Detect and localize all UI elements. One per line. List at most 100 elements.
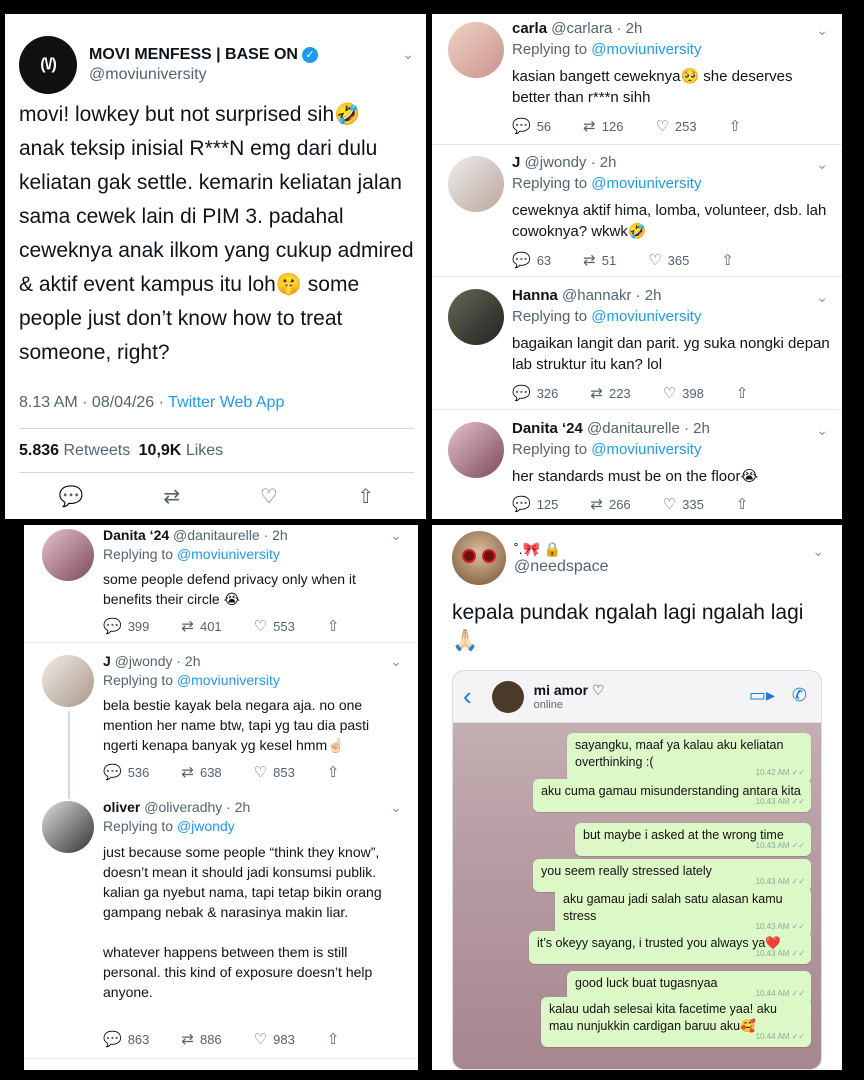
replying-to-link[interactable]: @moviuniversity: [177, 546, 280, 562]
account-name[interactable]: ˚.🎀 🔒: [514, 541, 609, 558]
avatar[interactable]: (\/): [19, 36, 77, 94]
share-button[interactable]: ⇧: [327, 1030, 346, 1048]
reply-text: her standards must be on the floor😭: [512, 468, 758, 485]
reply-text: just because some people “think they kno…: [103, 844, 382, 1000]
chevron-down-icon[interactable]: ⌄: [390, 799, 402, 816]
reply-author-handle[interactable]: @jwondy · 2h: [525, 154, 617, 171]
reply-author-handle[interactable]: @oliveradhy · 2h: [144, 799, 250, 815]
reply-button[interactable]: 💬 125: [512, 495, 558, 513]
contact-name[interactable]: mi amor ♡: [534, 682, 605, 699]
like-button[interactable]: ♡ 983: [254, 1030, 295, 1048]
share-button[interactable]: ⇧: [736, 384, 755, 402]
chevron-down-icon[interactable]: ⌄: [816, 422, 828, 439]
chevron-down-icon[interactable]: ⌄: [816, 22, 828, 39]
reply-author-handle[interactable]: @danitaurelle · 2h: [587, 420, 710, 437]
avatar[interactable]: [448, 156, 504, 212]
share-button[interactable]: ⇧: [721, 251, 740, 269]
share-button[interactable]: ⇧: [729, 117, 748, 135]
reply-author-name[interactable]: Hanna: [512, 287, 558, 304]
message-bubble: sayangku, maaf ya kalau aku keliatan ove…: [567, 733, 811, 783]
retweet-button[interactable]: ⇄ 223: [590, 384, 630, 402]
reply-author-name[interactable]: J: [512, 154, 520, 171]
reply-author-name[interactable]: Danita ‘24: [103, 527, 169, 543]
reply-author-handle[interactable]: @danitaurelle · 2h: [173, 527, 288, 543]
avatar[interactable]: [452, 531, 506, 585]
replying-to-link[interactable]: @moviuniversity: [591, 441, 701, 458]
chevron-down-icon[interactable]: ⌄: [812, 543, 824, 560]
share-button[interactable]: ⇧: [736, 495, 755, 513]
retweet-button[interactable]: ⇄ 266: [590, 495, 630, 513]
avatar[interactable]: [448, 289, 504, 345]
retweet-button[interactable]: ⇄ 51: [583, 251, 616, 269]
reply-author-name[interactable]: carla: [512, 20, 547, 37]
reply-author-name[interactable]: J: [103, 653, 111, 669]
retweet-button[interactable]: ⇄ 638: [181, 763, 221, 781]
like-button[interactable]: ♡ 853: [254, 763, 295, 781]
heart-icon[interactable]: ♡: [260, 484, 278, 509]
like-button[interactable]: ♡ 553: [254, 617, 295, 635]
retweets-count[interactable]: 5.836: [19, 442, 59, 459]
share-icon: ⇧: [735, 496, 749, 513]
reply-author-handle[interactable]: @hannakr · 2h: [562, 287, 661, 304]
tweet-timestamp[interactable]: 8.13 AM · 08/04/26 ·: [19, 394, 168, 411]
likes-label[interactable]: Likes: [186, 442, 223, 459]
reply-author-handle[interactable]: @jwondy · 2h: [115, 653, 201, 669]
likes-count[interactable]: 10,9K: [139, 442, 182, 459]
like-button[interactable]: ♡ 335: [663, 495, 704, 513]
share-icon: ⇧: [735, 385, 749, 402]
reply-author-handle[interactable]: @carlara · 2h: [551, 20, 642, 37]
replying-to-link[interactable]: @jwondy: [177, 818, 235, 834]
replying-to-link[interactable]: @moviuniversity: [591, 308, 701, 325]
retweet-button[interactable]: ⇄ 886: [181, 1030, 221, 1048]
tweet-actions: 💬 ⇄ ♡ ⇧: [19, 484, 414, 509]
replying-to-link[interactable]: @moviuniversity: [177, 672, 280, 688]
chevron-down-icon[interactable]: ⌄: [390, 653, 402, 670]
chevron-down-icon[interactable]: ⌄: [402, 46, 414, 63]
retweet-button[interactable]: ⇄ 401: [181, 617, 221, 635]
back-icon[interactable]: ‹: [463, 681, 472, 712]
avatar[interactable]: [42, 529, 94, 581]
tweet-header: ˚.🎀 🔒 @needspace: [452, 531, 609, 585]
reply-button[interactable]: 💬 536: [103, 763, 149, 781]
like-button[interactable]: ♡ 253: [655, 117, 696, 135]
heart-icon: ♡: [662, 496, 677, 513]
account-handle[interactable]: @needspace: [514, 558, 609, 576]
reply-icon[interactable]: 💬: [59, 484, 84, 509]
replying-to-link[interactable]: @moviuniversity: [591, 41, 701, 58]
like-button[interactable]: ♡ 365: [648, 251, 689, 269]
retweets-label[interactable]: Retweets: [64, 442, 131, 459]
reply-text: some people defend privacy only when it …: [103, 571, 360, 607]
retweet-icon[interactable]: ⇄: [163, 484, 180, 509]
share-button[interactable]: ⇧: [327, 617, 346, 635]
avatar[interactable]: [42, 801, 94, 853]
reply-actions: 💬 399 ⇄ 401 ♡ 553 ⇧: [103, 617, 377, 635]
tweet-source-link[interactable]: Twitter Web App: [168, 394, 284, 411]
reply-button[interactable]: 💬 399: [103, 617, 149, 635]
reply-author-name[interactable]: Danita ‘24: [512, 420, 583, 437]
reply-header: Danita ‘24 @danitaurelle · 2h: [512, 420, 710, 437]
chevron-down-icon[interactable]: ⌄: [816, 289, 828, 306]
share-button[interactable]: ⇧: [327, 763, 346, 781]
retweet-button[interactable]: ⇄ 126: [583, 117, 623, 135]
like-button[interactable]: ♡ 398: [663, 384, 704, 402]
replying-to: Replying to @moviuniversity: [512, 41, 702, 58]
reply-actions: 💬 63 ⇄ 51 ♡ 365 ⇧: [512, 251, 772, 269]
reply-button[interactable]: 💬 56: [512, 117, 551, 135]
account-handle[interactable]: @moviuniversity: [89, 66, 318, 84]
avatar[interactable]: [448, 22, 504, 78]
share-icon[interactable]: ⇧: [357, 484, 374, 509]
retweet-icon: ⇄: [583, 252, 596, 269]
chevron-down-icon[interactable]: ⌄: [390, 527, 402, 544]
phone-icon[interactable]: ✆: [792, 685, 807, 706]
replying-to-link[interactable]: @moviuniversity: [591, 175, 701, 192]
avatar[interactable]: [42, 655, 94, 707]
reply-author-name[interactable]: oliver: [103, 799, 140, 815]
avatar[interactable]: [491, 680, 524, 713]
reply-button[interactable]: 💬 326: [512, 384, 558, 402]
chevron-down-icon[interactable]: ⌄: [816, 156, 828, 173]
reply-button[interactable]: 💬 863: [103, 1030, 149, 1048]
video-call-icon[interactable]: ▭▸: [749, 685, 775, 706]
account-name[interactable]: MOVI MENFESS | BASE ON ✓: [89, 46, 318, 64]
avatar[interactable]: [448, 422, 504, 478]
reply-button[interactable]: 💬 63: [512, 251, 551, 269]
